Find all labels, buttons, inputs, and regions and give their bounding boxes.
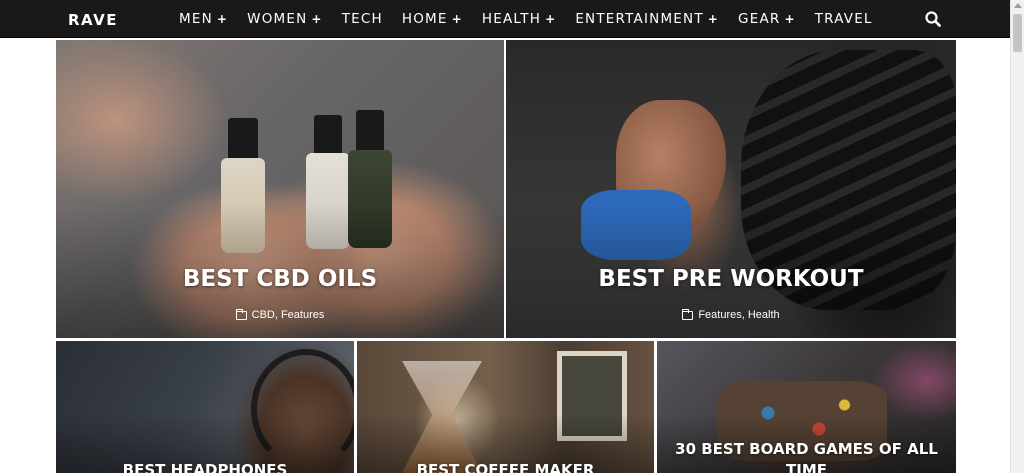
scroll-up-arrow-icon[interactable] [1014,3,1022,8]
article-categories: Features, Health [506,308,956,321]
article-categories: CBD, Features [56,308,504,321]
featured-article-cbd[interactable]: BEST CBD OILS CBD, Features [56,40,504,338]
article-coffee-maker[interactable]: BEST COFFEE MAKER [357,341,654,473]
nav-item-label: TRAVEL [814,11,873,27]
nav-item-label: TECH [341,11,383,27]
plus-icon: + [784,12,796,26]
plus-icon: + [545,12,557,26]
article-title[interactable]: BEST PRE WORKOUT [506,266,956,292]
nav-item-travel[interactable]: TRAVEL [815,11,873,27]
page-scrollbar[interactable] [1010,0,1024,473]
nav-item-home[interactable]: HOME + [402,11,463,27]
plus-icon: + [311,12,323,26]
article-title[interactable]: 30 BEST BOARD GAMES OF ALL TIME [657,439,956,473]
article-board-games[interactable]: 30 BEST BOARD GAMES OF ALL TIME [657,341,956,473]
nav-item-entertainment[interactable]: ENTERTAINMENT + [575,11,719,27]
nav-item-label: GEAR [738,11,781,27]
nav-item-label: WOMEN [247,11,308,27]
nav-item-tech[interactable]: TECH [342,11,383,27]
category-links[interactable]: Features, Health [698,309,779,321]
nav-item-label: HOME [401,11,448,27]
search-icon[interactable] [925,11,941,27]
nav-item-label: MEN [179,11,213,27]
nav-item-label: HEALTH [481,11,542,27]
plus-icon: + [707,12,720,26]
article-title[interactable]: BEST HEADPHONES [56,461,354,473]
main-nav: MEN + WOMEN + TECH HOME + HEALTH + ENTERTAIN… [179,0,892,38]
article-headphones[interactable]: BEST HEADPHONES [56,341,354,473]
category-links[interactable]: CBD, Features [252,309,325,321]
scroll-thumb[interactable] [1013,14,1022,52]
nav-item-women[interactable]: WOMEN + [247,11,323,27]
nav-item-men[interactable]: MEN + [179,11,228,27]
article-title[interactable]: BEST COFFEE MAKER [357,461,654,473]
plus-icon: + [451,12,463,26]
site-logo[interactable]: RAVE [68,11,118,29]
folder-icon [682,308,694,320]
featured-article-pre-workout[interactable]: BEST PRE WORKOUT Features, Health [506,40,956,338]
nav-item-health[interactable]: HEALTH + [482,11,556,27]
article-title[interactable]: BEST CBD OILS [56,266,504,292]
top-navbar: RAVE MEN + WOMEN + TECH HOME + HEALTH + ENTE… [0,0,1010,38]
folder-icon [235,308,247,320]
nav-item-gear[interactable]: GEAR + [738,11,796,27]
nav-item-label: ENTERTAINMENT [575,11,704,27]
plus-icon: + [216,12,229,26]
